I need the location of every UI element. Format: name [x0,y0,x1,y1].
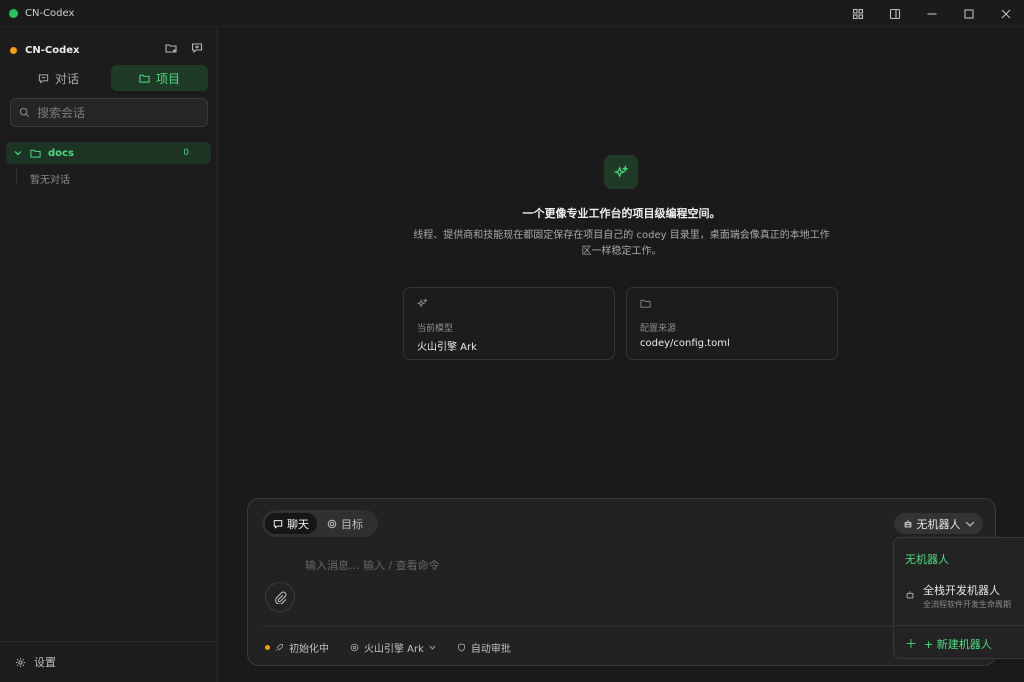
close-icon[interactable] [987,0,1024,27]
robot-name: 全栈开发机器人 [923,584,1000,597]
folder-icon [30,149,41,158]
robot-description: 全流程软件开发生命周期 [923,600,1011,609]
mode-chat-button[interactable]: 聊天 [265,513,317,534]
new-robot-button[interactable]: ＋ + 新建机器人 [905,635,992,652]
chevron-down-icon [429,645,436,650]
mode-label: 聊天 [287,517,309,531]
target-icon [327,519,337,528]
dropdown-divider [894,625,1024,626]
model-icon [350,643,359,651]
tab-label: 对话 [54,71,79,86]
init-label: 初始化中 [289,643,329,655]
hero-title: 一个更像专业工作台的项目级编程空间。 [522,207,721,220]
paperclip-icon [274,591,286,604]
app-logo-dot [9,8,18,18]
search-input[interactable] [37,105,197,120]
card-value: 火山引擎 Ark [417,342,477,353]
model-selector[interactable]: 火山引擎 Ark [350,640,436,655]
empty-conversations-label: 暂无对话 [30,175,70,186]
auto-approve-label: 自动审批 [470,643,511,655]
minimize-icon[interactable] [913,0,950,27]
tab-projects[interactable]: 项目 [111,65,208,91]
new-chat-icon[interactable] [190,41,204,55]
card-label: 当前模型 [417,324,454,334]
layout-grid-icon[interactable] [839,0,876,27]
maximize-icon[interactable] [950,0,987,27]
toggle-panel-icon[interactable] [876,0,913,27]
chevron-down-icon[interactable] [14,149,22,157]
robot-selector-label: 无机器人 [916,517,961,531]
new-folder-icon[interactable] [164,41,178,55]
folder-icon [640,299,651,308]
workspace-status-dot [10,46,17,54]
folder-icon [139,74,150,83]
plus-icon: ＋ [905,637,918,651]
tab-conversations[interactable]: 对话 [10,65,107,91]
sidebar-tabs: 对话 项目 [10,65,208,91]
card-value: codey/config.toml [640,338,730,349]
window-controls [839,0,1024,27]
tab-label: 项目 [155,71,180,86]
settings-label: 设置 [34,656,56,669]
project-item-docs[interactable]: docs 0 [6,142,211,164]
composer-divider [262,626,982,627]
new-robot-label: + 新建机器人 [924,637,992,651]
project-conversation-count: 0 [183,148,189,158]
chat-icon [38,73,49,84]
composer-status-bar: 初始化中 火山引擎 Ark 自动审批 [265,639,532,655]
status-dot [265,644,270,650]
mode-switch: 聊天 目标 [262,510,378,537]
tree-guide-line [16,167,17,185]
mode-label: 目标 [341,517,363,531]
current-model-card: 当前模型 火山引擎 Ark [403,287,615,360]
robot-dropdown-menu: 无机器人 全栈开发机器人 全流程软件开发生命周期 ＋ + 新建机器人 [893,537,1024,659]
workspace-name: CN-Codex [25,44,80,56]
dropdown-option-fullstack-robot[interactable]: 全栈开发机器人 全流程软件开发生命周期 [894,576,1024,616]
settings-button[interactable]: 设置 [15,654,56,670]
init-status: 初始化中 [265,640,329,655]
chevron-down-icon [965,521,974,527]
sparkles-icon [417,298,428,308]
dropdown-option-no-robot[interactable]: 无机器人 [905,551,949,567]
hero-description: 线程、提供商和技能现在都固定保存在项目自己的 codey 目录里，桌面端会像真正… [413,230,830,257]
gear-icon [15,657,26,667]
workspace-header: CN-Codex [0,41,218,59]
message-composer: 聊天 目标 无机器人 初始化中 火山引擎 Ark [247,498,996,666]
robot-icon [906,591,914,599]
search-box [10,98,208,127]
robot-selector-button[interactable]: 无机器人 [894,513,983,534]
chat-icon [273,519,283,529]
sidebar: CN-Codex 对话 项目 docs 0 暂无对话 [0,27,218,682]
search-icon [19,107,30,118]
card-label: 配置来源 [640,324,677,334]
message-input[interactable] [305,556,865,574]
window-title: CN-Codex [25,7,75,19]
rocket-icon [275,643,283,651]
title-bar: CN-Codex [0,0,1024,27]
model-label: 火山引擎 Ark [364,643,424,655]
config-source-card: 配置来源 codey/config.toml [626,287,838,360]
shield-icon [458,642,465,652]
sparkles-icon [604,155,638,189]
project-name: docs [48,147,74,159]
robot-icon [904,519,911,527]
mode-goal-button[interactable]: 目标 [319,513,371,534]
sidebar-divider [0,641,218,642]
auto-approve-toggle[interactable]: 自动审批 [457,640,511,655]
attach-button[interactable] [265,582,295,612]
